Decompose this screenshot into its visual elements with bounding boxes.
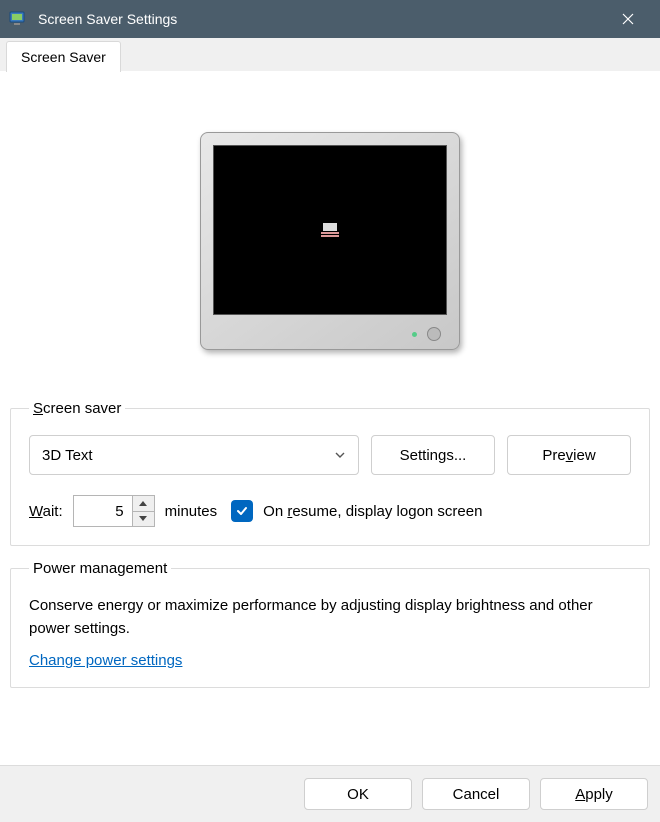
monitor-power-icon (427, 327, 441, 341)
check-icon (235, 504, 249, 518)
cancel-button[interactable]: Cancel (422, 778, 530, 810)
preview-button[interactable]: Preview (507, 435, 631, 475)
power-description: Conserve energy or maximize performance … (29, 595, 631, 640)
wait-down-button[interactable] (133, 512, 154, 527)
close-button[interactable] (604, 0, 652, 38)
caret-down-icon (139, 516, 147, 521)
screensaver-select-value: 3D Text (42, 447, 93, 464)
wait-label: Wait: (29, 503, 63, 520)
screensaver-group: Screen saver 3D Text Settings... Preview… (10, 400, 650, 546)
tab-screen-saver[interactable]: Screen Saver (6, 41, 121, 72)
caret-up-icon (139, 501, 147, 506)
monitor-led-icon (412, 332, 417, 337)
app-icon (8, 9, 28, 29)
power-group: Power management Conserve energy or maxi… (10, 560, 650, 688)
footer: OK Cancel Apply (0, 765, 660, 822)
screensaver-preview-icon (320, 223, 340, 237)
titlebar: Screen Saver Settings (0, 0, 660, 38)
chevron-down-icon (334, 449, 346, 461)
close-icon (622, 13, 634, 25)
monitor-preview (200, 132, 460, 350)
screen-saver-window: Screen Saver Settings Screen Saver (0, 0, 660, 822)
minutes-label: minutes (165, 503, 218, 520)
change-power-link[interactable]: Change power settings (29, 652, 182, 669)
resume-checkbox[interactable] (231, 500, 253, 522)
wait-spinner[interactable] (73, 495, 155, 527)
power-legend: Power management (29, 560, 171, 577)
ok-button[interactable]: OK (304, 778, 412, 810)
monitor-preview-area (10, 82, 650, 400)
settings-button[interactable]: Settings... (371, 435, 495, 475)
screensaver-legend: Screen saver (29, 400, 125, 417)
resume-label: On resume, display logon screen (263, 503, 482, 520)
preview-button-label: Preview (542, 447, 595, 464)
monitor-screen (213, 145, 447, 315)
content-area: Screen saver 3D Text Settings... Preview… (0, 72, 660, 765)
wait-up-button[interactable] (133, 496, 154, 512)
screensaver-select[interactable]: 3D Text (29, 435, 359, 475)
settings-button-label: Settings... (400, 447, 467, 464)
apply-button[interactable]: Apply (540, 778, 648, 810)
window-title: Screen Saver Settings (38, 11, 604, 27)
tab-bar: Screen Saver (0, 38, 660, 72)
wait-input[interactable] (74, 496, 132, 526)
